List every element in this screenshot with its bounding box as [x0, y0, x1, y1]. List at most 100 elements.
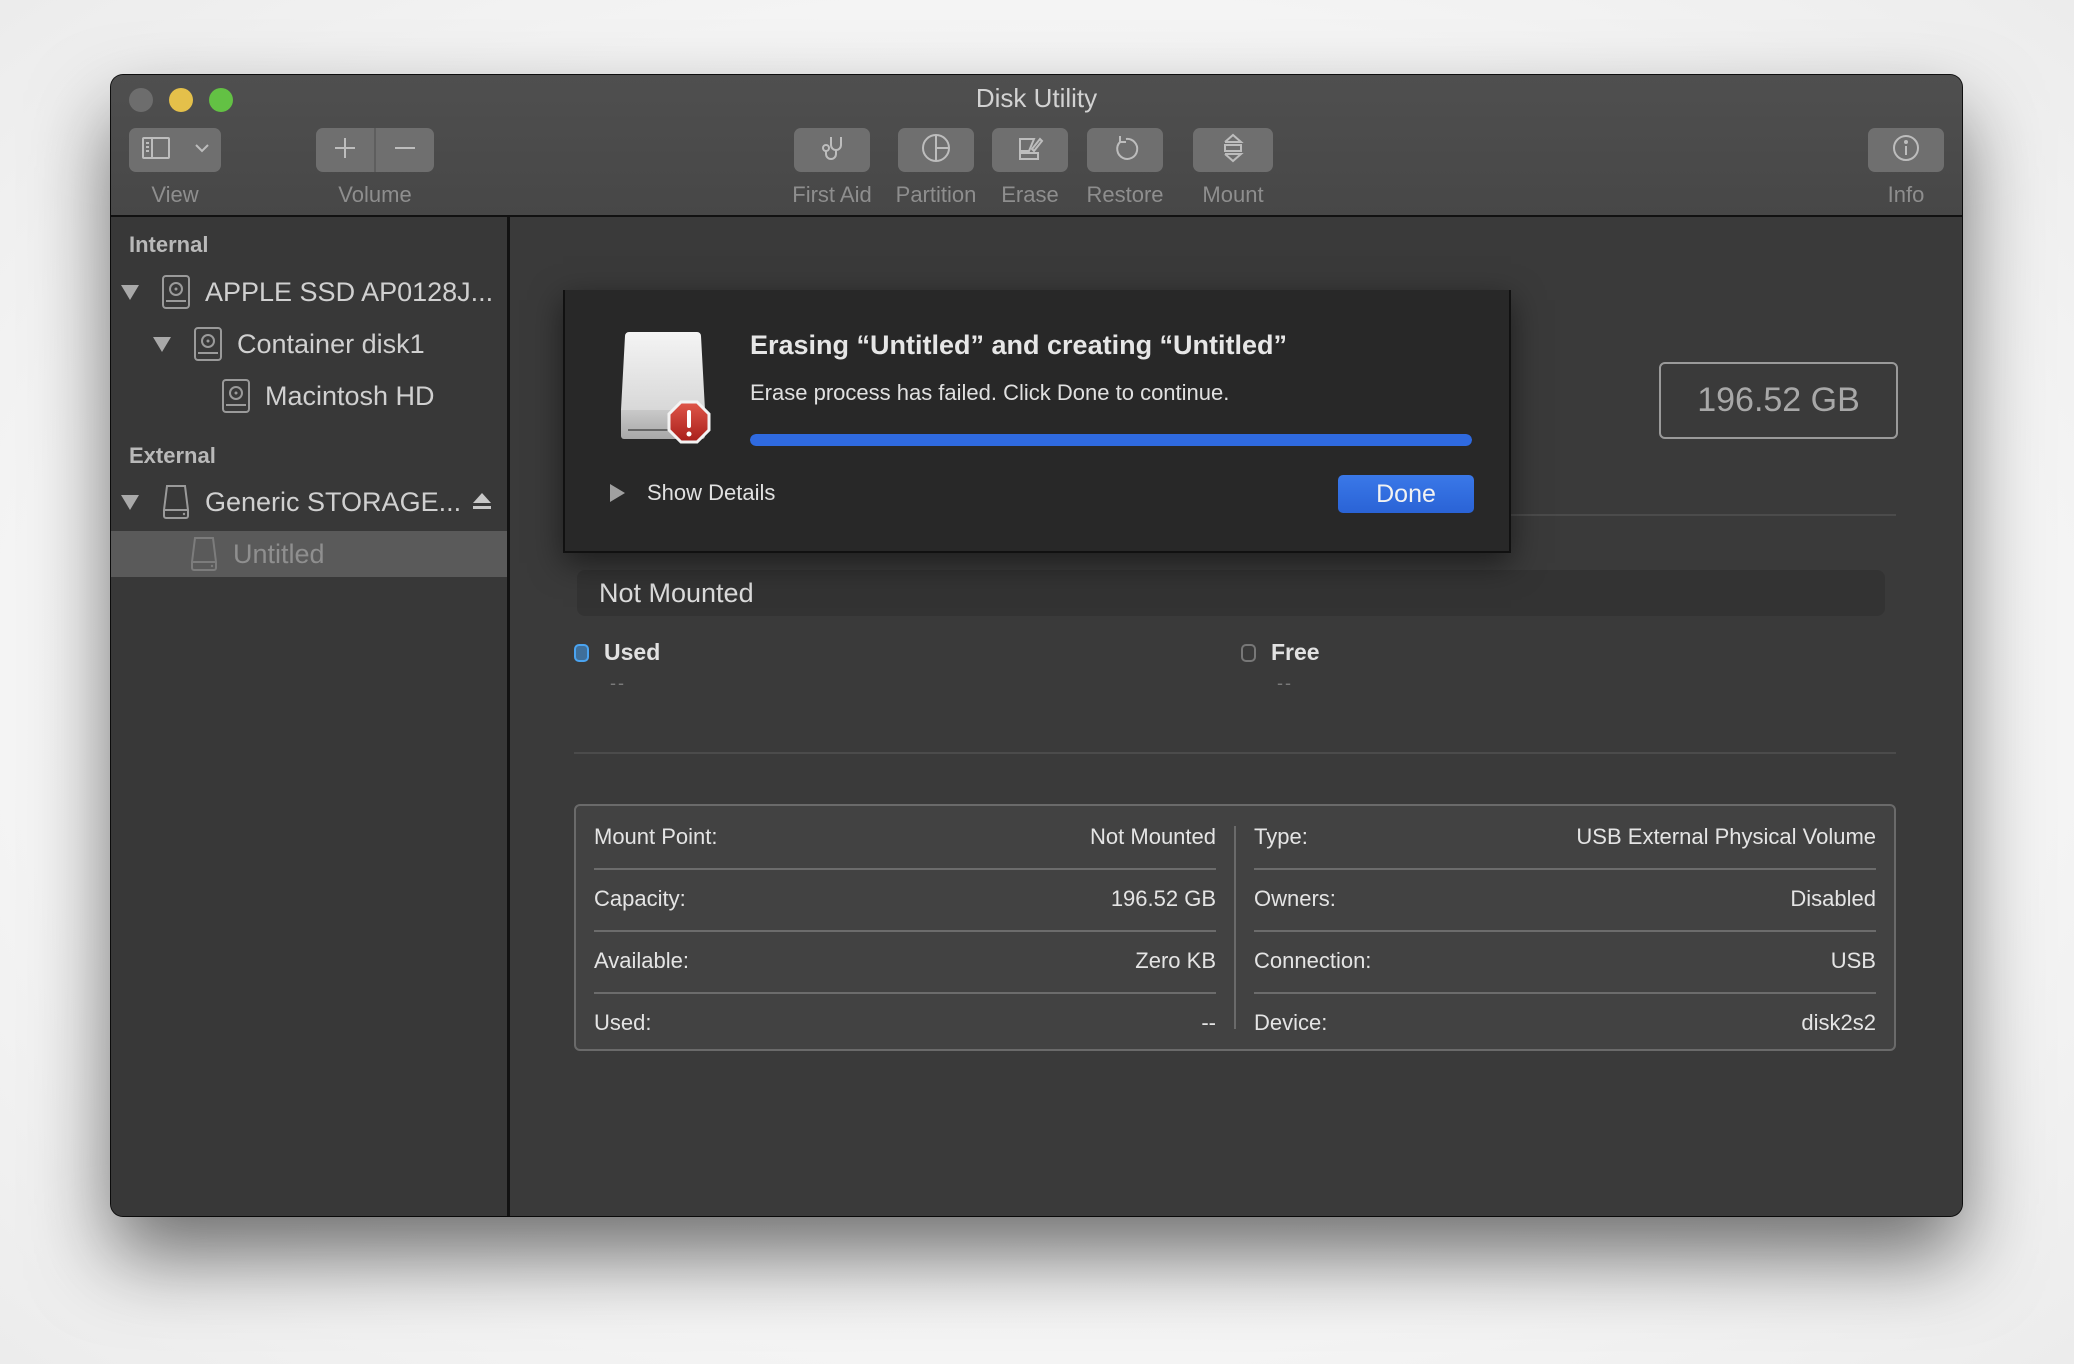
sidebar-item-generic-storage[interactable]: Generic STORAGE... — [111, 479, 507, 525]
info-label: Type: — [1254, 824, 1308, 849]
window-title: Disk Utility — [975, 83, 1098, 113]
info-group: Info — [1868, 128, 1944, 208]
info-label: Mount Point: — [594, 824, 718, 849]
external-disk-icon — [189, 536, 219, 572]
sidebar-item-container-disk1[interactable]: Container disk1 — [111, 321, 507, 367]
restore-label: Restore — [1086, 182, 1164, 207]
info-value: Disabled — [1790, 886, 1876, 911]
info-row: Mount Point: Not Mounted — [594, 806, 1216, 870]
info-row: Device: disk2s2 — [1254, 992, 1876, 1054]
volume-group: Volume — [316, 128, 434, 208]
disclosure-triangle-icon[interactable] — [121, 494, 139, 510]
mount-group: Mount — [1183, 128, 1283, 208]
info-row: Used: -- — [594, 992, 1216, 1054]
sheet-title: Erasing “Untitled” and creating “Untitle… — [750, 330, 1288, 360]
volume-buttons — [316, 128, 434, 172]
view-label: View — [151, 182, 199, 207]
info-table: Mount Point: Not Mounted Capacity: 196.5… — [574, 804, 1896, 1051]
erase-icon — [1015, 133, 1045, 168]
sidebar-item-macintosh-hd[interactable]: Macintosh HD — [111, 373, 507, 419]
erase-progress-bar — [750, 434, 1472, 446]
info-value: -- — [1201, 1010, 1216, 1035]
restore-button[interactable] — [1087, 128, 1163, 172]
info-value: USB External Physical Volume — [1576, 824, 1876, 849]
disclosure-triangle-icon[interactable] — [121, 284, 139, 300]
stethoscope-icon — [817, 133, 847, 168]
disk-utility-window: Disk Utility View Volume First Aid Parti… — [111, 75, 1962, 1216]
info-value: Zero KB — [1135, 948, 1216, 973]
disclosure-triangle-icon — [610, 484, 625, 502]
legend-label: Free — [1271, 639, 1320, 665]
mount-label: Mount — [1202, 182, 1264, 207]
minus-icon — [393, 136, 417, 165]
restore-group: Restore — [1075, 128, 1175, 208]
sidebar-item-label: APPLE SSD AP0128J... — [205, 276, 494, 307]
erase-group: Erase — [980, 128, 1080, 208]
sidebar-item-label: Macintosh HD — [265, 380, 435, 411]
info-label: Available: — [594, 948, 689, 973]
disclosure-triangle-icon[interactable] — [153, 336, 171, 352]
info-row: Owners: Disabled — [1254, 868, 1876, 932]
info-button[interactable] — [1868, 128, 1944, 172]
info-row: Available: Zero KB — [594, 930, 1216, 994]
internal-disk-icon — [161, 274, 191, 310]
info-value: Not Mounted — [1090, 824, 1216, 849]
info-value: USB — [1830, 948, 1876, 973]
add-volume-button[interactable] — [316, 128, 376, 172]
sidebar: Internal APPLE SSD AP0128J... Container … — [111, 217, 510, 1216]
sheet-message: Erase process has failed. Click Done to … — [750, 380, 1230, 405]
erase-button[interactable] — [992, 128, 1068, 172]
eject-icon[interactable] — [472, 487, 492, 518]
volume-label: Volume — [338, 182, 412, 207]
sidebar-item-untitled[interactable]: Untitled — [111, 531, 507, 577]
info-row: Type: USB External Physical Volume — [1254, 806, 1876, 870]
view-group: View — [129, 128, 221, 208]
info-column-right: Type: USB External Physical Volume Owner… — [1236, 806, 1894, 1049]
progress-fill — [750, 434, 1472, 446]
info-label: Used: — [594, 1010, 652, 1035]
partition-group: Partition — [881, 128, 991, 208]
info-row: Capacity: 196.52 GB — [594, 868, 1216, 932]
done-button[interactable]: Done — [1338, 475, 1474, 513]
sidebar-item-apple-ssd[interactable]: APPLE SSD AP0128J... — [111, 269, 507, 315]
free-value: -- — [1277, 673, 1293, 693]
legend-free: Free — [1241, 639, 1320, 666]
external-disk-error-icon — [613, 330, 723, 455]
first-aid-label: First Aid — [792, 182, 872, 207]
info-label: Capacity: — [594, 886, 686, 911]
erase-label: Erase — [1001, 182, 1059, 207]
info-value: disk2s2 — [1801, 1010, 1876, 1035]
sidebar-item-label: Untitled — [233, 538, 325, 569]
mount-button[interactable] — [1193, 128, 1273, 172]
erase-progress-sheet: Erasing “Untitled” and creating “Untitle… — [563, 290, 1511, 553]
free-swatch — [1241, 643, 1256, 662]
info-value: 196.52 GB — [1110, 886, 1216, 911]
capacity-badge: 196.52 GB — [1659, 362, 1898, 439]
usage-bar: Not Mounted — [577, 570, 1885, 616]
show-details-label: Show Details — [647, 480, 776, 505]
partition-button[interactable] — [898, 128, 974, 172]
sidebar-section-external: External — [129, 443, 216, 468]
restore-icon — [1110, 133, 1140, 168]
show-details-toggle[interactable]: Show Details — [610, 480, 775, 506]
internal-disk-icon — [193, 326, 223, 362]
mount-icon — [1220, 132, 1246, 169]
sidebar-item-label: Generic STORAGE... — [205, 486, 462, 517]
legend-used: Used — [574, 639, 660, 666]
legend-label: Used — [604, 639, 661, 665]
remove-volume-button[interactable] — [376, 128, 434, 172]
info-icon — [1891, 133, 1921, 168]
used-swatch — [574, 643, 589, 662]
sidebar-item-label: Container disk1 — [237, 328, 425, 359]
sidebar-icon — [141, 136, 171, 165]
first-aid-button[interactable] — [794, 128, 870, 172]
toolbar: Disk Utility View Volume First Aid Parti… — [111, 75, 1962, 217]
used-value: -- — [610, 673, 626, 693]
info-label: Connection: — [1254, 948, 1372, 973]
first-aid-group: First Aid — [777, 128, 887, 208]
info-column-left: Mount Point: Not Mounted Capacity: 196.5… — [576, 806, 1234, 1049]
view-button[interactable] — [129, 128, 221, 172]
internal-disk-icon — [221, 378, 251, 414]
external-disk-icon — [161, 484, 191, 520]
info-row: Connection: USB — [1254, 930, 1876, 994]
